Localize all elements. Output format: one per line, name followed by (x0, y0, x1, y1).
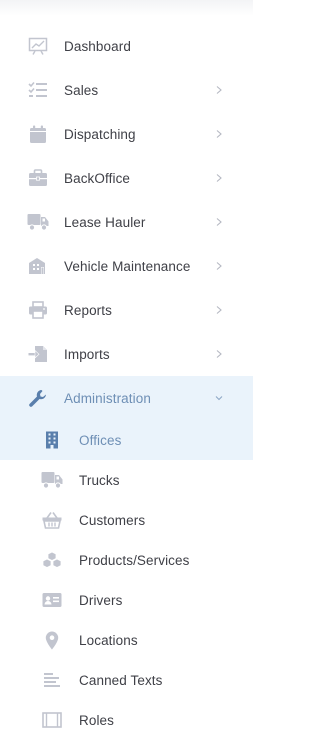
submenu-item-customers[interactable]: Customers (0, 500, 253, 540)
submenu-item-drivers[interactable]: Drivers (0, 580, 253, 620)
menu-item-backoffice[interactable]: BackOffice (0, 156, 253, 200)
menu-item-label: Lease Hauler (64, 214, 146, 230)
submenu-item-label: Products/Services (79, 552, 190, 568)
submenu-item-products-services[interactable]: Products/Services (0, 540, 253, 580)
menu-item-label: BackOffice (64, 170, 131, 186)
submenu-item-label: Customers (79, 512, 146, 528)
submenu-item-roles[interactable]: Roles (0, 700, 253, 740)
chevron-down-icon (215, 396, 223, 401)
menu-item-label: Sales (64, 82, 99, 98)
menu-item-label: Dispatching (64, 126, 136, 142)
import-icon (27, 344, 49, 364)
submenu-item-label: Drivers (79, 592, 123, 608)
chevron-right-icon (216, 262, 222, 270)
menu-item-dispatching[interactable]: Dispatching (0, 112, 253, 156)
submenu-item-offices[interactable]: Offices (0, 420, 253, 460)
submenu-item-label: Trucks (79, 472, 120, 488)
menu-item-reports[interactable]: Reports (0, 288, 253, 332)
chevron-right-icon (216, 306, 222, 314)
sidebar: Dashboard Sales Dispatching BackOffice L… (0, 0, 253, 740)
chevron-right-icon (216, 130, 222, 138)
menu-item-sales[interactable]: Sales (0, 68, 253, 112)
submenu-item-locations[interactable]: Locations (0, 620, 253, 660)
calendar-icon (27, 124, 49, 144)
id-card-icon (41, 590, 63, 610)
basket-icon (41, 510, 63, 530)
map-marker-icon (41, 630, 63, 650)
menu-item-dashboard[interactable]: Dashboard (0, 24, 253, 68)
chevron-right-icon (216, 350, 222, 358)
checklist-icon (27, 80, 49, 100)
submenu-item-label: Locations (79, 632, 138, 648)
menu-item-label: Imports (64, 346, 110, 362)
submenu-item-canned-texts[interactable]: Canned Texts (0, 660, 253, 700)
menu-item-imports[interactable]: Imports (0, 332, 253, 376)
truck-icon (27, 212, 49, 232)
briefcase-icon (27, 168, 49, 188)
submenu-item-trucks[interactable]: Trucks (0, 460, 253, 500)
vehicle-maintenance-icon (27, 256, 49, 276)
sidebar-menu: Dashboard Sales Dispatching BackOffice L… (0, 24, 253, 740)
menu-item-administration[interactable]: Administration (0, 376, 253, 420)
chevron-right-icon (216, 174, 222, 182)
submenu-item-label: Canned Texts (79, 672, 163, 688)
truck-icon (41, 470, 63, 490)
menu-item-label: Administration (64, 390, 151, 406)
menu-item-label: Vehicle Maintenance (64, 258, 191, 274)
wrench-icon (27, 388, 49, 408)
printer-icon (27, 300, 49, 320)
submenu-item-label: Offices (79, 432, 122, 448)
menu-item-lease-hauler[interactable]: Lease Hauler (0, 200, 253, 244)
window-icon (41, 710, 63, 730)
menu-item-vehicle-maintenance[interactable]: Vehicle Maintenance (0, 244, 253, 288)
menu-item-label: Reports (64, 302, 112, 318)
chevron-right-icon (216, 218, 222, 226)
administration-submenu: Offices Trucks Customers Products/Servic… (0, 420, 253, 740)
building-icon (41, 430, 63, 450)
cubes-icon (41, 550, 63, 570)
chevron-right-icon (216, 86, 222, 94)
dashboard-chart-icon (27, 36, 49, 56)
menu-item-label: Dashboard (64, 38, 131, 54)
submenu-item-label: Roles (79, 712, 115, 728)
text-lines-icon (41, 670, 63, 690)
